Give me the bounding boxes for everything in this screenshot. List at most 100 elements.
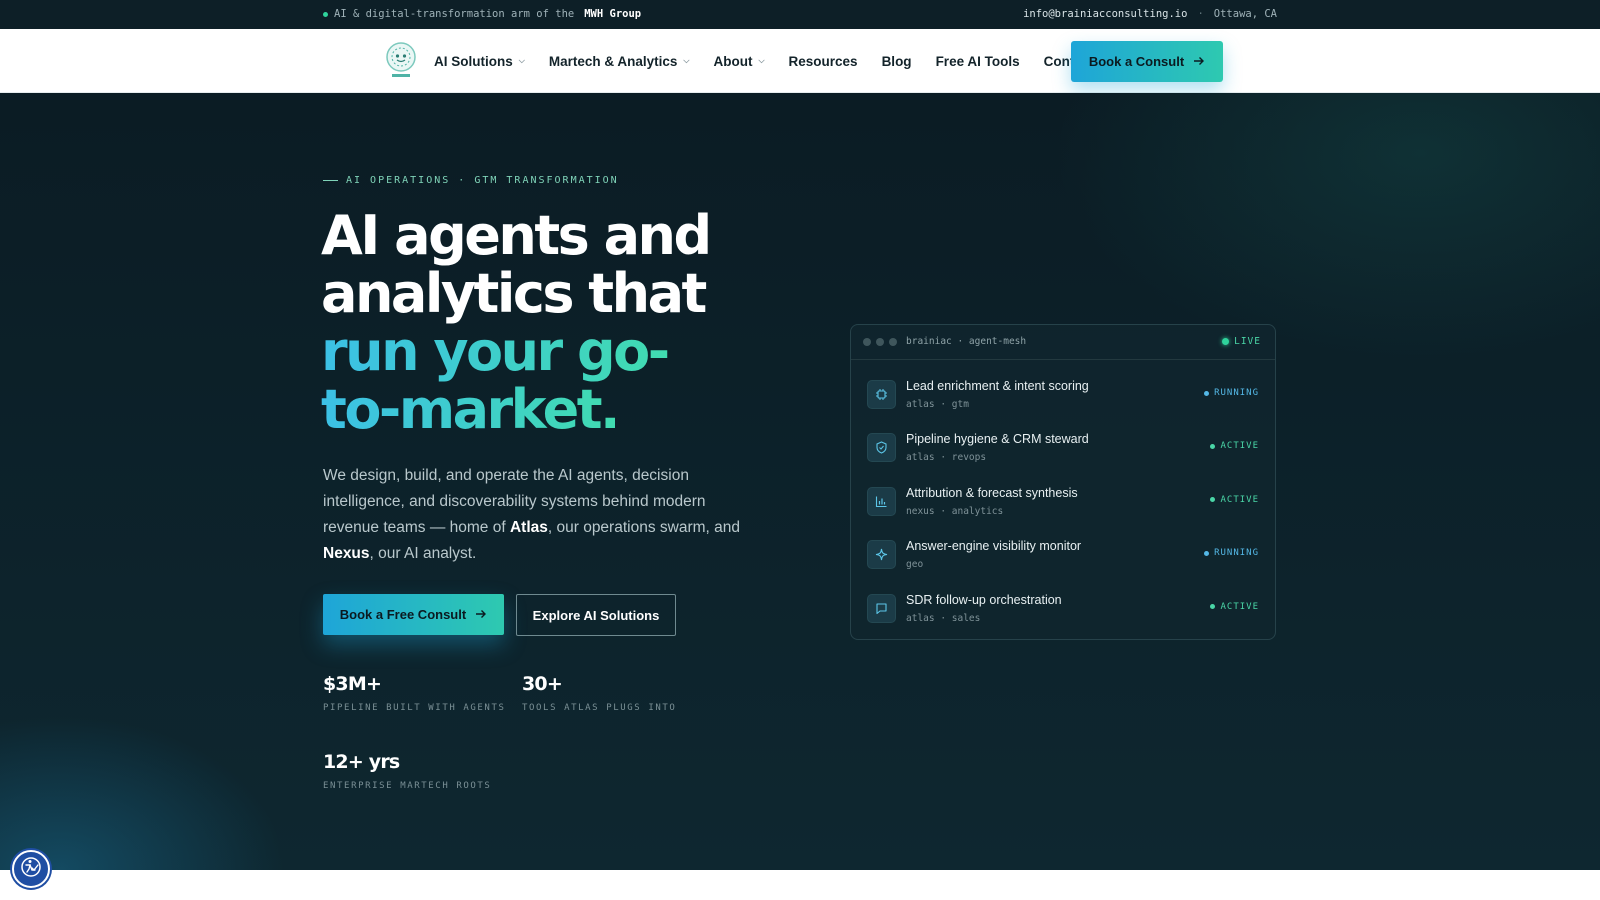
sparkle-icon: [867, 540, 896, 570]
live-badge: LIVE: [1222, 336, 1261, 347]
agent-row: Lead enrichment & intent scoring atlas ·…: [851, 368, 1275, 421]
nav-item-resources[interactable]: Resources: [789, 54, 858, 69]
arrow-right-icon: [476, 607, 487, 622]
nav-item-about[interactable]: About ⌵: [713, 54, 764, 69]
live-dot-icon: [1222, 338, 1230, 345]
eyebrow-text: AI OPERATIONS · GTM TRANSFORMATION: [346, 175, 619, 186]
chevron-down-icon: ⌵: [758, 56, 765, 65]
agent-name: SDR follow-up orchestration: [906, 592, 1062, 607]
agent-meta: atlas · sales: [906, 612, 981, 624]
status-badge: RUNNING: [1204, 388, 1259, 398]
status-dot-icon: [1204, 550, 1210, 556]
stat-pipeline: $3M+ PIPELINE BUILT WITH AGENTS: [323, 673, 505, 713]
agent-meta: geo: [906, 559, 924, 571]
stat-years: 12+ yrs ENTERPRISE MARTECH ROOTS: [323, 751, 491, 791]
hero-headline: AI agents and analytics that run your go…: [321, 207, 781, 439]
status-dot-icon: [1210, 443, 1216, 449]
stat-label: ENTERPRISE MARTECH ROOTS: [323, 781, 492, 791]
top-info-bar: AI & digital-transformation arm of the M…: [0, 0, 1600, 29]
group-brand: MWH Group: [584, 8, 642, 20]
chevron-down-icon: ⌵: [518, 56, 525, 65]
lead-atlas: Atlas: [509, 519, 548, 536]
panel-title: brainiac · agent-mesh: [906, 336, 1027, 347]
agent-row: Attribution & forecast synthesis nexus ·…: [851, 475, 1275, 528]
window-dot: [876, 338, 884, 346]
chip-icon: [867, 380, 896, 409]
nav-item-martech-analytics[interactable]: Martech & Analytics ⌵: [549, 54, 690, 69]
lead-nexus: Nexus: [323, 545, 370, 562]
lead-text-3: , our AI analyst.: [369, 545, 477, 562]
chat-icon: [867, 593, 896, 623]
accessibility-button[interactable]: [12, 850, 50, 888]
status-dot-icon: [1210, 497, 1216, 503]
status-label: RUNNING: [1214, 548, 1259, 559]
book-free-consult-button[interactable]: Book a Free Consult: [323, 594, 504, 635]
window-dot: [863, 338, 871, 346]
agent-meta: atlas · revops: [906, 452, 987, 464]
agent-name: Pipeline hygiene & CRM steward: [906, 432, 1089, 447]
status-badge: ACTIVE: [1210, 441, 1259, 451]
stat-tools: 30+ TOOLS ATLAS PLUGS INTO: [522, 673, 676, 713]
location-text: Ottawa, CA: [1213, 8, 1277, 20]
bar-chart-icon: [867, 486, 896, 516]
tagline-text: AI & digital-transformation arm of the: [334, 8, 575, 20]
accessibility-icon: [20, 856, 42, 883]
nav-item-free-ai-tools[interactable]: Free AI Tools: [936, 54, 1020, 69]
agent-row: Pipeline hygiene & CRM steward atlas · r…: [851, 421, 1275, 474]
headline-accent-1: run your go-: [321, 320, 670, 383]
group-tagline: AI & digital-transformation arm of the M…: [323, 8, 641, 20]
separator: ·: [1197, 8, 1204, 20]
nav-item-label: Free AI Tools: [935, 53, 1020, 69]
agent-list: Lead enrichment & intent scoring atlas ·…: [851, 360, 1275, 635]
primary-button-label: Book a Free Consult: [339, 607, 467, 622]
nav-item-label: Blog: [881, 53, 912, 69]
status-badge: ACTIVE: [1210, 602, 1259, 612]
panel-header: brainiac · agent-mesh LIVE: [851, 325, 1275, 360]
stat-label: PIPELINE BUILT WITH AGENTS: [323, 703, 506, 713]
agent-name: Lead enrichment & intent scoring: [906, 379, 1089, 393]
status-label: ACTIVE: [1220, 494, 1259, 505]
stat-value: 12+ yrs: [323, 751, 400, 773]
headline-line-1: AI agents and: [321, 204, 712, 267]
arrow-right-icon: [1194, 54, 1205, 69]
shield-icon: [867, 433, 896, 463]
book-consult-button[interactable]: Book a Consult: [1071, 41, 1223, 82]
email-link[interactable]: info@brainiacconsulting.io: [1023, 8, 1187, 20]
book-consult-label: Book a Consult: [1088, 54, 1185, 69]
contact-info: info@brainiacconsulting.io · Ottawa, CA: [1023, 8, 1277, 20]
status-badge: ACTIVE: [1210, 495, 1259, 505]
status-dot-icon: [323, 11, 328, 17]
status-label: ACTIVE: [1220, 601, 1259, 612]
nav-item-label: Martech & Analytics: [548, 53, 678, 69]
secondary-button-label: Explore AI Solutions: [532, 607, 660, 623]
nav-item-blog[interactable]: Blog: [882, 54, 912, 69]
hero-eyebrow: AI OPERATIONS · GTM TRANSFORMATION: [323, 175, 619, 186]
nav-item-label: Resources: [788, 53, 858, 69]
nav-item-ai-solutions[interactable]: AI Solutions ⌵: [434, 54, 525, 69]
hero-section: AI OPERATIONS · GTM TRANSFORMATION AI ag…: [0, 93, 1600, 870]
window-dots: [863, 338, 897, 346]
agent-name: Answer-engine visibility monitor: [906, 539, 1082, 554]
brainiac-logo[interactable]: [384, 41, 418, 81]
explore-ai-solutions-button[interactable]: Explore AI Solutions: [516, 594, 676, 636]
lead-text-2: , our operations swarm, and: [547, 519, 740, 536]
agent-meta: nexus · analytics: [906, 505, 1004, 517]
status-dot-icon: [1204, 390, 1210, 396]
agent-row: SDR follow-up orchestration atlas · sale…: [851, 582, 1275, 635]
stat-value: $3M+: [323, 673, 382, 695]
window-dot: [889, 338, 897, 346]
status-badge: RUNNING: [1204, 548, 1259, 558]
main-nav: AI Solutions ⌵ Martech & Analytics ⌵ Abo…: [0, 29, 1600, 93]
chevron-down-icon: ⌵: [683, 56, 690, 65]
agent-meta: atlas · gtm: [906, 399, 969, 410]
stat-label: TOOLS ATLAS PLUGS INTO: [522, 703, 677, 713]
status-label: RUNNING: [1214, 388, 1259, 398]
eyebrow-line: [323, 180, 338, 181]
stat-value: 30+: [522, 673, 563, 695]
status-dot-icon: [1210, 604, 1216, 610]
agent-mesh-panel: brainiac · agent-mesh LIVE Lead enrichme…: [850, 324, 1276, 640]
status-label: ACTIVE: [1220, 441, 1259, 452]
nav-menu: AI Solutions ⌵ Martech & Analytics ⌵ Abo…: [434, 29, 1118, 93]
agent-name: Attribution & forecast synthesis: [906, 485, 1078, 500]
nav-item-label: AI Solutions: [434, 53, 513, 69]
